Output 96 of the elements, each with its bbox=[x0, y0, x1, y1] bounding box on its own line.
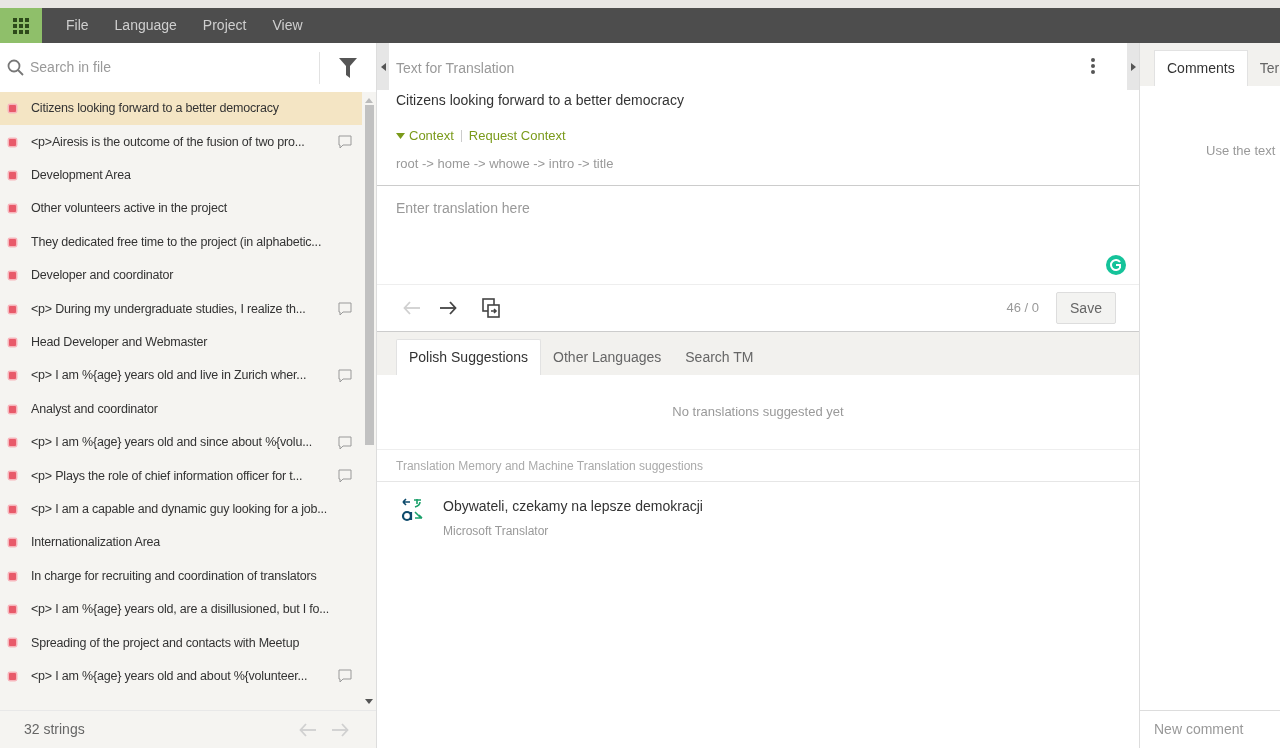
string-list-item[interactable]: <p>Airesis is the outcome of the fusion of two pro... bbox=[0, 125, 362, 159]
status-icon bbox=[9, 105, 16, 113]
status-icon bbox=[9, 205, 16, 213]
search-icon bbox=[7, 59, 24, 76]
string-text: Development Area bbox=[31, 167, 131, 185]
string-list-item[interactable]: They dedicated free time to the project (in alphabetic... bbox=[0, 225, 362, 259]
context-path: root -> home -> whowe -> intro -> title bbox=[396, 154, 615, 173]
suggestion-text: Obywateli, czekamy na lepsze demokracji bbox=[443, 497, 703, 516]
suggestion-source: Microsoft Translator bbox=[443, 523, 550, 540]
string-list-item[interactable]: Head Developer and Webmaster bbox=[0, 325, 362, 360]
string-text: <p> I am %{age} years old and since about %{volu... bbox=[31, 434, 312, 452]
string-text: Analyst and coordinator bbox=[31, 400, 158, 418]
comment-icon bbox=[338, 302, 352, 317]
status-icon bbox=[9, 572, 16, 580]
apps-grid-icon[interactable] bbox=[0, 8, 42, 43]
status-icon bbox=[9, 639, 16, 647]
empty-message: No translations suggested yet bbox=[672, 403, 844, 422]
string-text: Internationalization Area bbox=[31, 534, 161, 552]
string-list-item[interactable]: Citizens looking forward to a better democracy bbox=[0, 92, 362, 126]
menu-item[interactable]: Project bbox=[202, 15, 247, 36]
comment-field[interactable]: New comment bbox=[1154, 719, 1280, 740]
comment-icon bbox=[338, 469, 352, 483]
source-text: Citizens looking forward to a better democracy bbox=[396, 91, 685, 110]
string-list-item[interactable]: Developer and coordinator bbox=[0, 258, 362, 293]
collapse-right-icon[interactable] bbox=[1127, 43, 1139, 90]
suggestions-tab[interactable]: Search TM bbox=[673, 339, 766, 375]
more-icon[interactable] bbox=[1091, 58, 1095, 74]
suggestions-tab[interactable]: Polish Suggestions bbox=[396, 339, 542, 375]
comment-icon bbox=[338, 669, 352, 684]
menu-item[interactable]: File bbox=[66, 15, 89, 36]
suggestions-tab[interactable]: Other Languages bbox=[541, 339, 674, 375]
string-list-item[interactable]: Development Area bbox=[0, 158, 362, 193]
string-text: Spreading of the project and contacts with Meetup bbox=[31, 634, 300, 652]
string-list-item[interactable]: <p> During my undergraduate studies, I realize th... bbox=[0, 292, 362, 326]
filter-icon[interactable] bbox=[320, 43, 376, 92]
string-list-item[interactable]: <p> I am a capable and dynamic guy looking for a job... bbox=[0, 492, 362, 527]
string-text: Other volunteers active in the project bbox=[31, 200, 227, 218]
string-text: <p>Airesis is the outcome of the fusion of two pro... bbox=[31, 133, 305, 151]
status-icon bbox=[9, 272, 16, 280]
caret-icon bbox=[396, 132, 405, 139]
string-list-item[interactable]: Other volunteers active in the project bbox=[0, 192, 362, 226]
string-text: They dedicated free time to the project (in alphabetic... bbox=[31, 233, 322, 251]
string-list-item[interactable]: <p> Plays the role of chief information officer for t... bbox=[0, 459, 362, 493]
search-field[interactable]: Search in file bbox=[0, 43, 319, 92]
status-icon bbox=[9, 372, 16, 380]
string-text: In charge for recruiting and coordination of translators bbox=[31, 567, 317, 585]
comment-icon bbox=[338, 368, 352, 383]
string-list-item[interactable]: Analyst and coordinator bbox=[0, 392, 362, 426]
status-icon bbox=[9, 138, 16, 146]
section-label: Translation Memory and Machine Translation suggestions bbox=[396, 457, 704, 475]
string-count: 32 strings bbox=[24, 720, 86, 739]
string-text: <p> I am %{age} years old and live in Zurich wher... bbox=[31, 367, 307, 385]
suggestion-item[interactable]: Obywateli, czekamy na lepsze demokracji Microsoft Translator bbox=[377, 482, 1139, 548]
menu-item[interactable]: View bbox=[272, 15, 303, 36]
string-text: Citizens looking forward to a better democracy bbox=[31, 100, 279, 118]
comment-icon bbox=[338, 135, 352, 150]
string-list-item[interactable]: <p> I am %{age} years old, are a disillusioned, but I fo... bbox=[0, 592, 362, 627]
translate-icon bbox=[401, 498, 423, 522]
string-list-item[interactable]: <p> I am %{age} years old and since about %{volu... bbox=[0, 425, 362, 460]
copy-source-icon[interactable] bbox=[482, 298, 500, 318]
string-text: <p> During my undergraduate studies, I realize th... bbox=[31, 300, 306, 318]
status-icon bbox=[9, 606, 16, 614]
string-list-item[interactable]: <p> I am %{age} years old and live in Zurich wher... bbox=[0, 359, 362, 393]
string-text: Developer and coordinator bbox=[31, 267, 174, 285]
panel-title: Text for Translation bbox=[396, 59, 516, 78]
status-icon bbox=[9, 405, 16, 413]
status-icon bbox=[9, 238, 16, 246]
menu-item[interactable]: Language bbox=[114, 15, 177, 36]
status-icon bbox=[9, 171, 16, 179]
status-icon bbox=[9, 305, 16, 313]
status-icon bbox=[9, 338, 16, 346]
search-input[interactable]: Search in file bbox=[30, 57, 319, 78]
character-counter: 46 / 0 bbox=[1006, 299, 1039, 318]
status-icon bbox=[9, 539, 16, 547]
string-text: <p> I am %{age} years old, are a disillusioned, but I fo... bbox=[31, 601, 330, 619]
side-tab[interactable]: Comments bbox=[1154, 50, 1248, 86]
scroll-down-icon[interactable] bbox=[365, 699, 373, 704]
string-list-item[interactable]: Spreading of the project and contacts with Meetup bbox=[0, 626, 362, 660]
string-text: <p> Plays the role of chief information officer for t... bbox=[31, 467, 303, 485]
string-text: <p> I am %{age} years old and about %{volunteer... bbox=[31, 667, 308, 685]
status-icon bbox=[9, 672, 16, 680]
status-icon bbox=[9, 472, 16, 480]
collapse-left-icon[interactable] bbox=[377, 43, 389, 90]
comments-hint: Use the text bbox=[1206, 143, 1276, 158]
status-icon bbox=[9, 505, 16, 513]
side-tab[interactable]: Ter bbox=[1247, 50, 1280, 86]
scrollbar-thumb[interactable] bbox=[364, 105, 374, 445]
save-button[interactable]: Save bbox=[1056, 292, 1116, 324]
comment-icon bbox=[338, 435, 352, 450]
string-list-item[interactable]: <p> I am %{age} years old and about %{volunteer... bbox=[0, 659, 362, 694]
string-text: Head Developer and Webmaster bbox=[31, 334, 208, 352]
string-list-item[interactable]: In charge for recruiting and coordination of translators bbox=[0, 559, 362, 593]
status-icon bbox=[9, 439, 16, 447]
string-list-item[interactable]: Internationalization Area bbox=[0, 526, 362, 560]
translation-field[interactable]: Enter translation here bbox=[377, 186, 1139, 284]
string-text: <p> I am a capable and dynamic guy looking for a job... bbox=[31, 501, 328, 518]
